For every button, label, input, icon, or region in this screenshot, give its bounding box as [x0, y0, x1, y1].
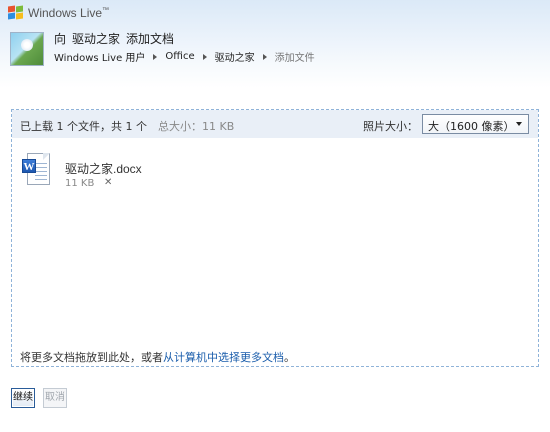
folder-avatar — [10, 32, 44, 66]
breadcrumb-item-user[interactable]: Windows Live 用户 — [54, 49, 145, 64]
page-title: 向驱动之家 添加文档 — [54, 30, 174, 47]
drop-hint: 将更多文档拖放到此处，或者从计算机中选择更多文档。 — [20, 349, 295, 365]
drop-hint-text: 将更多文档拖放到此处，或者 — [20, 351, 163, 364]
file-name: 驱动之家.docx — [65, 162, 142, 176]
total-size-text: 总大小：11 KB — [158, 120, 235, 133]
breadcrumb-separator-icon — [153, 53, 158, 60]
flower-image-icon — [21, 39, 33, 51]
photo-size-label: 照片大小： — [363, 120, 418, 133]
uploaded-file-item: W 驱动之家.docx 11 KB ✕ — [21, 151, 161, 191]
file-size: 11 KB — [65, 178, 95, 189]
page: Windows Live™ 向驱动之家 添加文档 Windows Live 用户 … — [0, 0, 550, 432]
select-more-documents-link[interactable]: 从计算机中选择更多文档 — [163, 351, 284, 364]
drop-hint-suffix: 。 — [284, 351, 295, 364]
title-prefix: 向 — [54, 32, 67, 46]
photo-size-select[interactable]: 大（1600 像素） — [422, 114, 529, 134]
chevron-down-icon — [516, 122, 522, 126]
windows-flag-icon — [8, 5, 24, 20]
word-document-icon: W — [21, 151, 51, 187]
remove-file-icon[interactable]: ✕ — [104, 177, 112, 188]
windows-live-brand[interactable]: Windows Live™ — [8, 5, 109, 21]
cancel-button[interactable]: 取消 — [43, 388, 67, 408]
breadcrumb-item-current: 添加文件 — [274, 53, 315, 64]
upload-status-bar: 已上载 1 个文件，共 1 个 总大小：11 KB 照片大小： 大（1600 像… — [12, 110, 538, 138]
breadcrumb-separator-icon — [202, 53, 207, 60]
breadcrumb-item-folder[interactable]: 驱动之家 — [215, 49, 255, 64]
upload-drop-zone[interactable]: 已上载 1 个文件，共 1 个 总大小：11 KB 照片大小： 大（1600 像… — [11, 109, 539, 367]
breadcrumb-item-office[interactable]: Office — [165, 51, 194, 62]
title-folder: 驱动之家 — [72, 32, 121, 46]
brand-name: Windows Live™ — [28, 6, 110, 20]
upload-status-text: 已上载 1 个文件，共 1 个 — [20, 120, 147, 133]
photo-size-value: 大（1600 像素） — [428, 120, 515, 133]
breadcrumb-separator-icon — [262, 53, 267, 60]
title-action: 添加文档 — [126, 32, 175, 46]
continue-button[interactable]: 继续 — [11, 388, 35, 408]
header: Windows Live™ 向驱动之家 添加文档 Windows Live 用户 … — [0, 0, 550, 88]
breadcrumb: Windows Live 用户 Office 驱动之家 添加文件 — [54, 49, 315, 64]
